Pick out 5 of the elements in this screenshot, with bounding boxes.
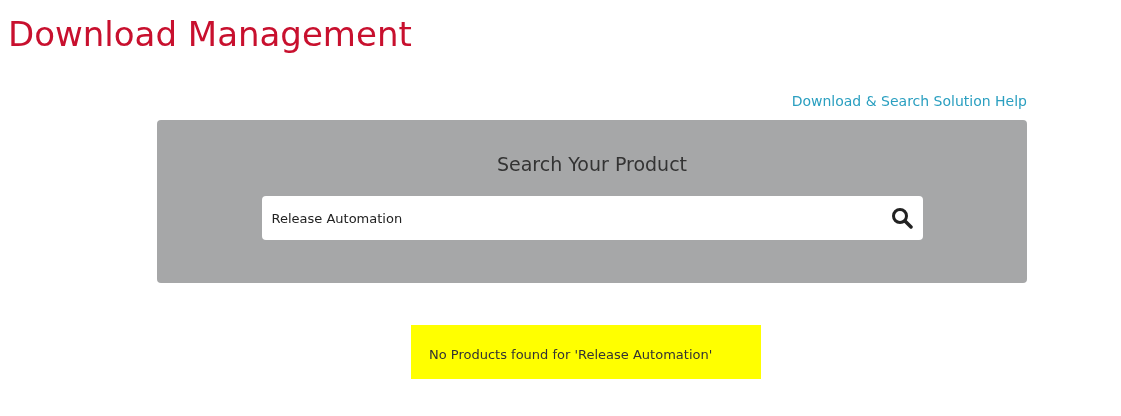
- no-results-message: No Products found for 'Release Automation': [411, 325, 761, 379]
- search-heading: Search Your Product: [496, 153, 688, 175]
- page-title: Download Management: [8, 13, 413, 56]
- search-field[interactable]: Release Automation: [261, 196, 923, 240]
- search-icon[interactable]: [890, 207, 913, 229]
